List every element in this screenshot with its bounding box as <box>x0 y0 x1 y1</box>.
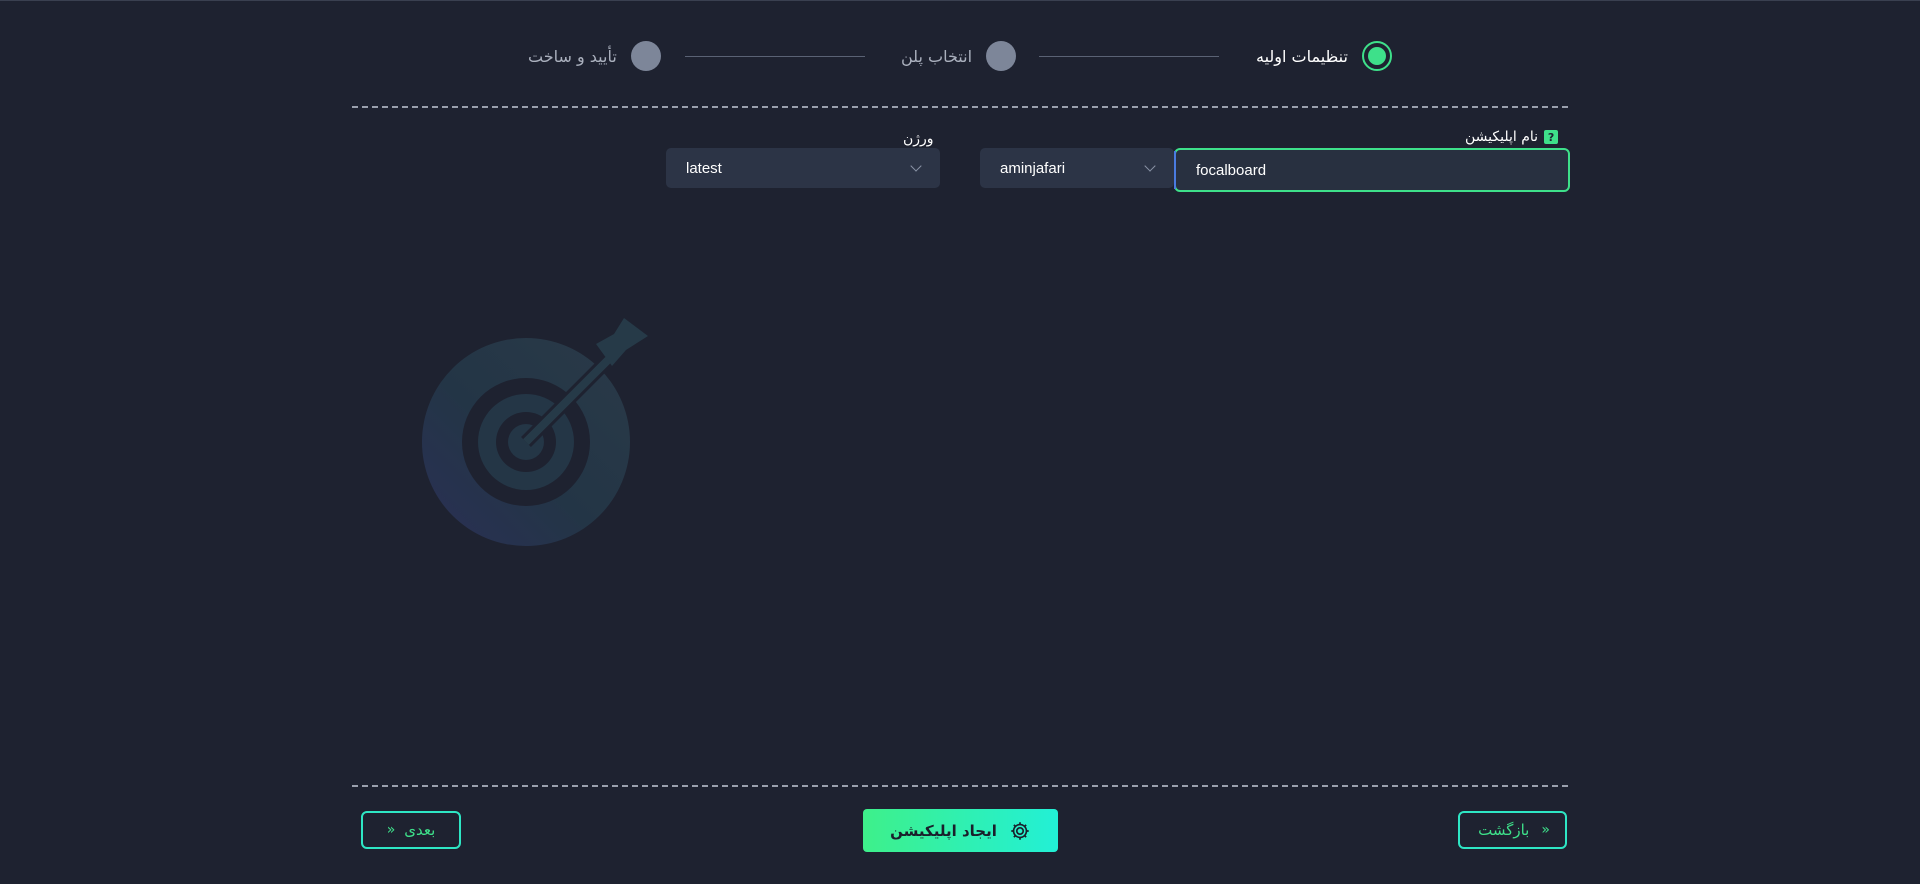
app-name-label-text: نام اپلیکیشن <box>1465 129 1539 145</box>
stepper: تنظیمات اولیه انتخاب پلن تأیید و ساخت <box>0 38 1920 74</box>
help-icon[interactable]: ? <box>1544 130 1559 144</box>
version-label: ورژن <box>903 131 934 147</box>
top-border <box>0 0 1920 1</box>
gear-icon <box>1011 821 1029 840</box>
top-divider <box>352 106 1568 108</box>
step-connector <box>1039 56 1219 57</box>
step-indicator <box>630 41 661 71</box>
chevron-down-icon <box>910 160 922 172</box>
app-name-label: ? نام اپلیکیشن <box>1465 129 1559 145</box>
step-label: تأیید و ساخت <box>528 46 617 66</box>
back-button-label: بازگشت <box>1478 821 1530 839</box>
double-chevron-icon: « <box>1541 822 1549 838</box>
step-label: تنظیمات اولیه <box>1256 46 1348 66</box>
version-select-value: latest <box>686 159 722 177</box>
image-select-value: aminjafari <box>1000 159 1066 177</box>
app-name-input[interactable] <box>1174 148 1570 192</box>
double-chevron-icon: « <box>386 822 395 838</box>
version-select[interactable]: latest <box>666 148 940 188</box>
image-select[interactable]: aminjafari <box>980 148 1174 188</box>
step-confirm-build[interactable]: تأیید و ساخت <box>528 38 661 74</box>
target-illustration-icon <box>422 318 648 546</box>
create-app-button[interactable]: ایجاد اپلیکیشن <box>863 809 1058 852</box>
step-initial-settings[interactable]: تنظیمات اولیه <box>1256 38 1392 74</box>
step-select-plan[interactable]: انتخاب پلن <box>901 38 1017 74</box>
create-app-button-label: ایجاد اپلیکیشن <box>890 821 997 840</box>
next-button[interactable]: بعدی « <box>361 811 461 849</box>
input-left-edge <box>1174 151 1176 189</box>
chevron-down-icon <box>1144 160 1156 172</box>
step-label: انتخاب پلن <box>901 46 973 66</box>
bottom-divider <box>352 785 1568 787</box>
step-active-indicator <box>1361 41 1392 71</box>
step-indicator <box>986 41 1017 71</box>
next-button-label: بعدی <box>404 821 436 839</box>
step-connector <box>685 56 865 57</box>
back-button[interactable]: « بازگشت <box>1458 811 1567 849</box>
